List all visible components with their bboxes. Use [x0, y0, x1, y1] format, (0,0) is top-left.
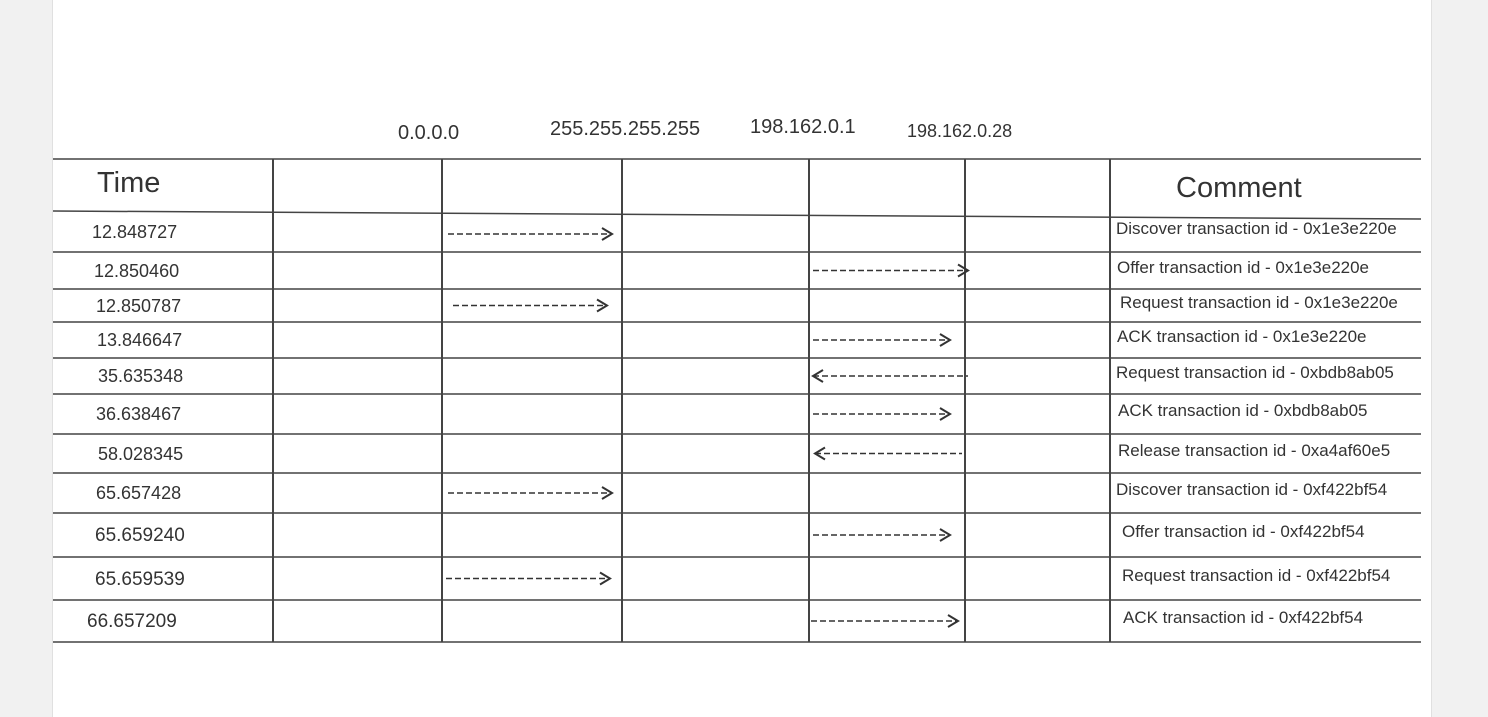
row-comment: Request transaction id - 0xf422bf54: [1122, 565, 1391, 585]
row-time: 13.846647: [97, 330, 183, 350]
row-comment: Release transaction id - 0xa4af60e5: [1118, 440, 1391, 460]
message-arrow-left: [813, 446, 962, 461]
message-arrow-right: [813, 263, 970, 278]
row-comment: Discover transaction id - 0xf422bf54: [1116, 480, 1388, 499]
message-arrow-right: [448, 486, 614, 500]
row-comment: Discover transaction id - 0x1e3e220e: [1116, 219, 1397, 238]
row-time: 65.657428: [96, 483, 182, 503]
row-comment: Request transaction id - 0x1e3e220e: [1120, 292, 1398, 312]
message-arrow-left: [811, 369, 968, 383]
row-time: 58.028345: [98, 443, 184, 464]
row-time: 66.657209: [87, 611, 177, 632]
row-time: 12.848727: [92, 222, 178, 242]
row-comment: ACK transaction id - 0xf422bf54: [1123, 608, 1364, 627]
row-time: 65.659539: [95, 568, 185, 590]
message-arrow-right: [811, 614, 960, 628]
row-time: 35.635348: [98, 366, 184, 386]
row-time: 65.659240: [95, 525, 185, 546]
row-comment: ACK transaction id - 0xbdb8ab05: [1118, 401, 1368, 420]
row-comment: Offer transaction id - 0x1e3e220e: [1117, 257, 1370, 277]
row-time: 12.850460: [94, 260, 180, 281]
message-arrow-right: [453, 298, 609, 313]
row-comment: Offer transaction id - 0xf422bf54: [1122, 522, 1365, 541]
row-time: 36.638467: [96, 404, 182, 424]
message-arrow-right: [813, 407, 952, 421]
row-comment: Request transaction id - 0xbdb8ab05: [1116, 363, 1394, 382]
header-divider: [52, 210, 1422, 220]
message-arrow-right: [446, 571, 612, 586]
message-arrow-right: [813, 528, 952, 542]
row-time: 12.850787: [96, 295, 182, 316]
message-arrow-right: [448, 227, 614, 241]
message-arrow-right: [813, 333, 952, 347]
row-comment: ACK transaction id - 0x1e3e220e: [1117, 327, 1367, 346]
